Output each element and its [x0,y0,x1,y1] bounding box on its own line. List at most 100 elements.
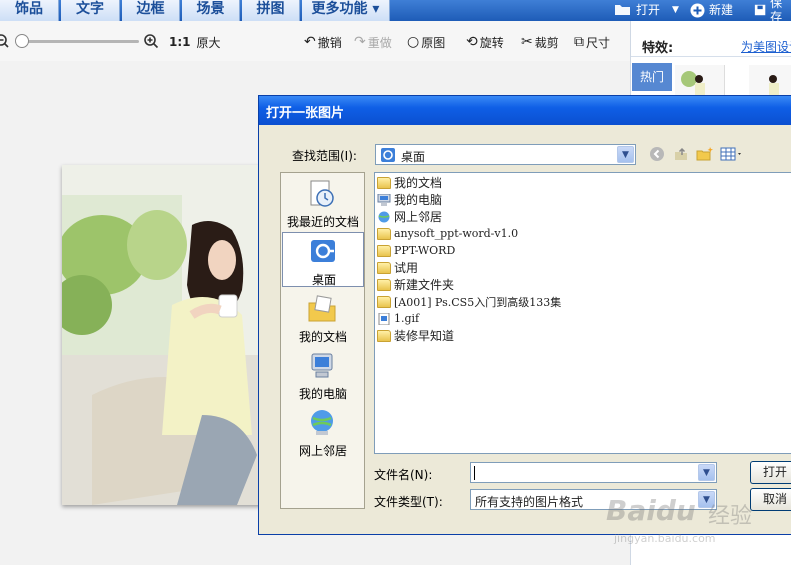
open-menu-button[interactable]: 打开 ▼ [614,0,679,20]
cancel-button[interactable]: 取消 [750,488,791,511]
new-folder-button[interactable] [696,146,714,164]
place-label: 我的文档 [298,330,347,344]
tab-hot[interactable]: 热门 [632,63,672,91]
chevron-down-icon[interactable]: ▼ [698,491,715,508]
effect-thumbnail-image [681,71,705,95]
list-item[interactable]: 我的电脑 [377,191,442,208]
file-name: [A001] Ps.CS5入门到高级133集 [394,295,562,309]
network-icon [378,211,390,222]
my-documents-icon [377,176,391,189]
file-name: 1.gif [394,312,420,325]
new-button[interactable]: 新建 [690,0,733,20]
actual-size-button[interactable]: 1:1 原大 [169,33,221,51]
list-item[interactable]: 试用 [377,259,418,276]
original-label: 原图 [421,35,446,50]
redo-label: 重做 [367,35,392,50]
tab-accessories[interactable]: 饰品 [0,0,59,21]
look-in-value: 桌面 [401,150,426,164]
tab-scene[interactable]: 场景 [182,0,240,21]
desktop-icon [311,240,335,262]
zoom-slider-handle[interactable] [15,34,29,48]
file-name-input[interactable]: ▼ [470,462,717,483]
place-label: 网上邻居 [298,444,347,458]
redo-button[interactable]: ↷ 重做 [354,33,392,51]
up-folder-icon [675,147,687,160]
file-list[interactable]: 我的文档 我的电脑 网上邻居 anysoft_ppt-word-v1.0 PPT… [374,172,791,454]
desktop-icon [381,148,395,162]
dialog-body: 查找范围(I): 桌面 ▼ 我最近的文档 桌面 我的文档 我的电脑 网上邻居 我… [262,125,791,533]
look-in-dropdown[interactable]: 桌面 ▼ [375,144,636,165]
my-computer-icon [377,193,391,206]
undo-button[interactable]: ↶ 撤销 [304,33,342,51]
my-documents-icon [308,295,336,322]
zoom-in-icon[interactable] [144,34,159,49]
redo-icon: ↷ [354,34,366,50]
folder-icon [377,227,391,240]
chevron-down-icon[interactable]: ▼ [617,146,634,163]
place-my-documents[interactable]: 我的文档 [282,290,364,345]
file-name: 我的文档 [394,176,443,190]
back-arrow-icon [650,147,664,161]
list-item[interactable]: 我的文档 [377,174,442,191]
rotate-button[interactable]: ⟲ 旋转 [466,33,504,51]
open-button[interactable]: 打开 [750,461,791,484]
scissors-icon: ✂ [521,34,533,50]
list-item[interactable]: [A001] Ps.CS5入门到高级133集 [377,293,561,310]
effect-thumbnail[interactable] [749,65,791,95]
place-label: 桌面 [311,273,336,287]
new-folder-icon [696,147,713,161]
crop-button[interactable]: ✂ 裁剪 [521,33,559,51]
new-button-label: 新建 [709,3,734,17]
file-type-dropdown[interactable]: 所有支持的图片格式 ▼ [470,489,717,510]
effects-header: 特效: 为美图设计 [631,27,791,57]
list-item[interactable]: PPT-WORD [377,242,455,259]
file-name: 网上邻居 [394,210,443,224]
design-link[interactable]: 为美图设计 [741,38,791,55]
recent-documents-icon [310,180,334,207]
save-icon [754,4,766,16]
back-button[interactable] [648,146,666,164]
original-circle-icon: ○ [407,34,420,50]
top-nav-bar: 饰品 文字 边框 场景 拼图 更多功能 ▾ 打开 ▼ 新建 保存 [0,0,791,24]
tab-text[interactable]: 文字 [61,0,120,21]
view-menu-button[interactable] [720,146,744,164]
list-item[interactable]: 新建文件夹 [377,276,454,293]
folder-icon [377,261,391,274]
original-image-button[interactable]: ○ 原图 [407,33,445,51]
look-in-label: 查找范围(I): [292,149,357,163]
place-desktop[interactable]: 桌面 [282,232,364,287]
list-item[interactable]: 装修早知道 [377,327,454,344]
dialog-title-bar[interactable]: 打开一张图片 [259,96,791,125]
folder-shortcut-icon [377,295,391,308]
tab-collage[interactable]: 拼图 [242,0,300,21]
crop-label: 裁剪 [534,35,559,50]
folder-open-icon [615,5,630,15]
place-network[interactable]: 网上邻居 [282,404,364,459]
place-my-computer[interactable]: 我的电脑 [282,347,364,402]
file-name: 试用 [394,261,419,275]
open-image-dialog: 打开一张图片 查找范围(I): 桌面 ▼ 我最近的文档 桌面 我的文档 我的电脑… [258,95,791,535]
file-name-label: 文件名(N): [374,468,433,482]
place-label: 我的电脑 [298,387,347,401]
list-item[interactable]: anysoft_ppt-word-v1.0 [377,225,518,242]
zoom-slider-track[interactable] [17,40,139,43]
chevron-down-icon[interactable]: ▼ [698,464,715,481]
dialog-title: 打开一张图片 [266,106,345,121]
resize-button[interactable]: ⧉ 尺寸 [574,33,610,51]
tab-more-features[interactable]: 更多功能 ▾ [302,0,390,21]
ratio-label: 1:1 [169,35,191,49]
tab-more-features-label: 更多功能 [311,1,368,17]
gif-file-icon [378,312,390,325]
zoom-out-icon[interactable] [0,34,9,48]
up-folder-button[interactable] [672,146,690,164]
list-item[interactable]: 网上邻居 [377,208,442,225]
tab-border[interactable]: 边框 [122,0,180,21]
effect-thumbnail[interactable] [675,65,725,95]
folder-icon [377,278,391,291]
edit-toolbar: 1:1 原大 ↶ 撤销 ↷ 重做 ○ 原图 ⟲ 旋转 ✂ 裁剪 ⧉ 尺寸 [0,21,630,61]
list-item[interactable]: 1.gif [377,310,419,327]
text-cursor [474,466,475,480]
place-recent-documents[interactable]: 我最近的文档 [282,175,364,230]
photo-preview [62,165,262,505]
save-button[interactable]: 保存 [754,0,791,24]
